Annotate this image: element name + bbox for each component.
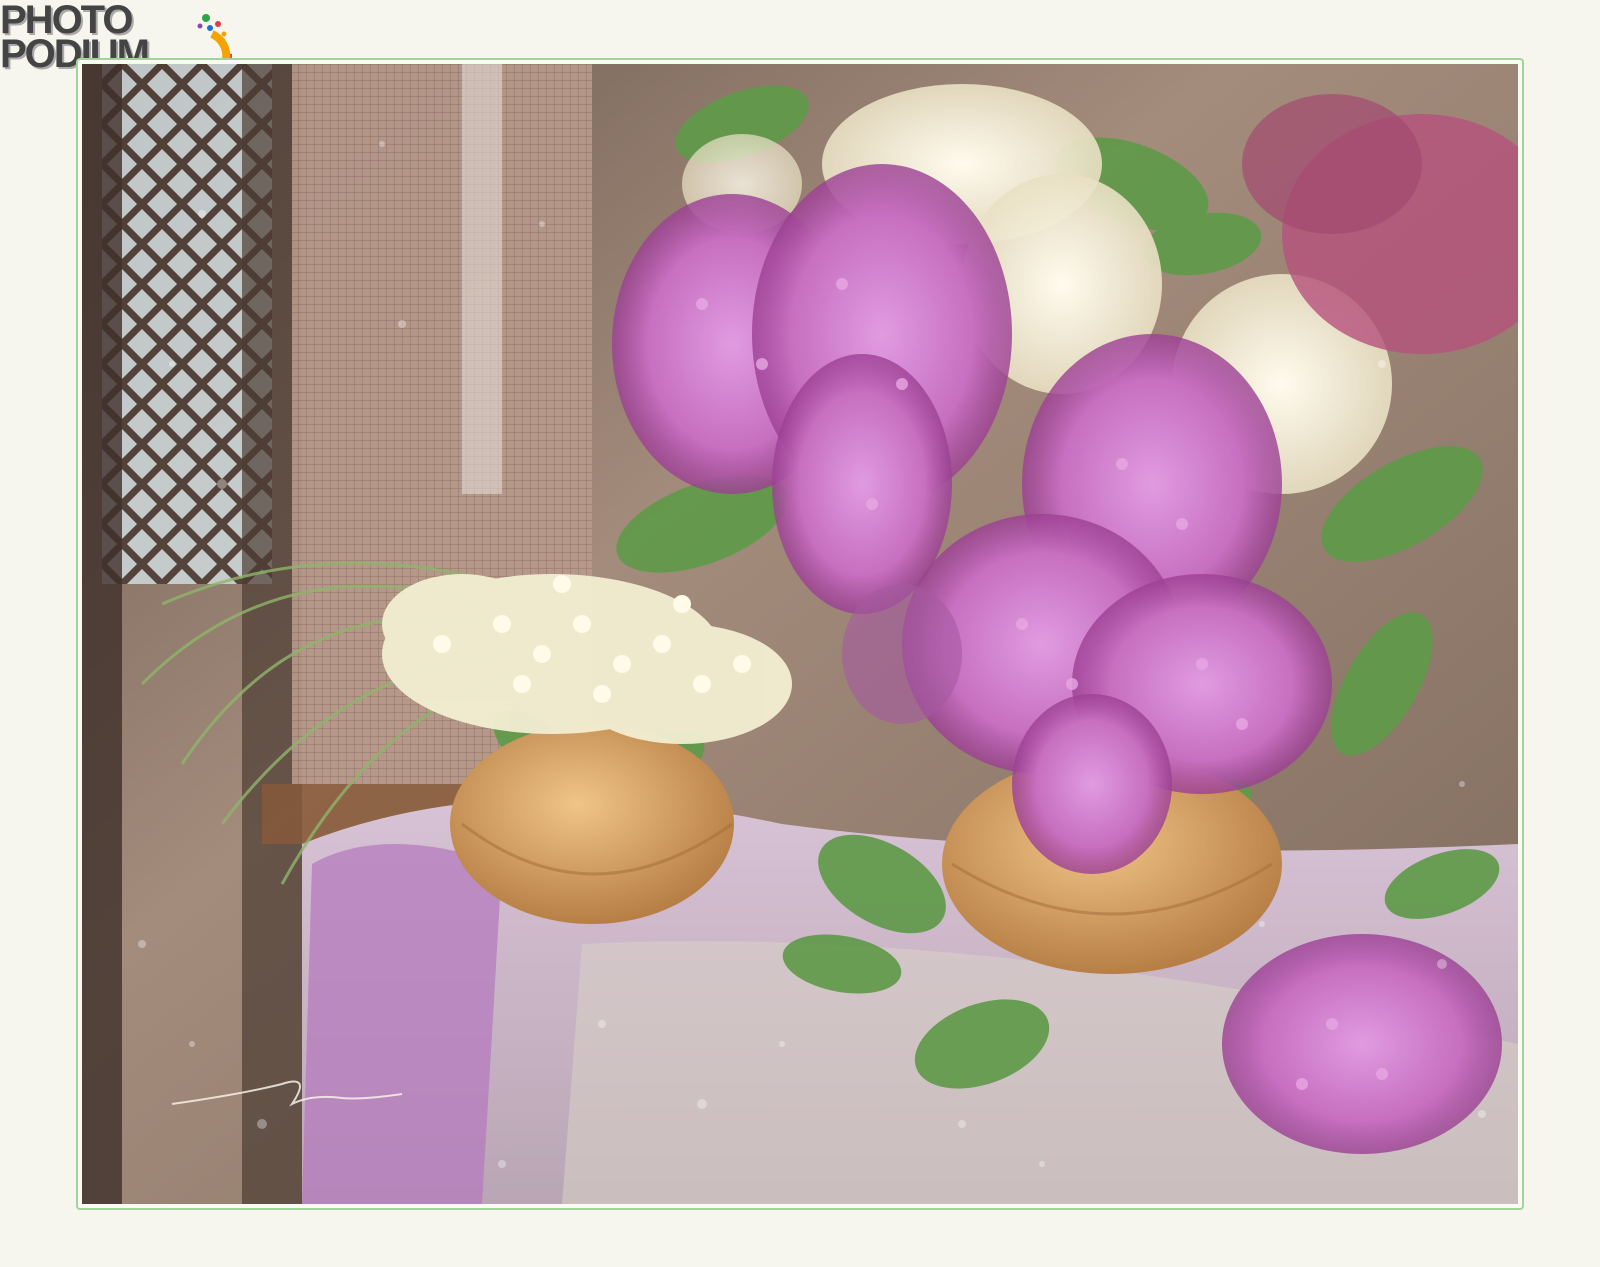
photo-lilac-still-life [82,64,1518,1204]
